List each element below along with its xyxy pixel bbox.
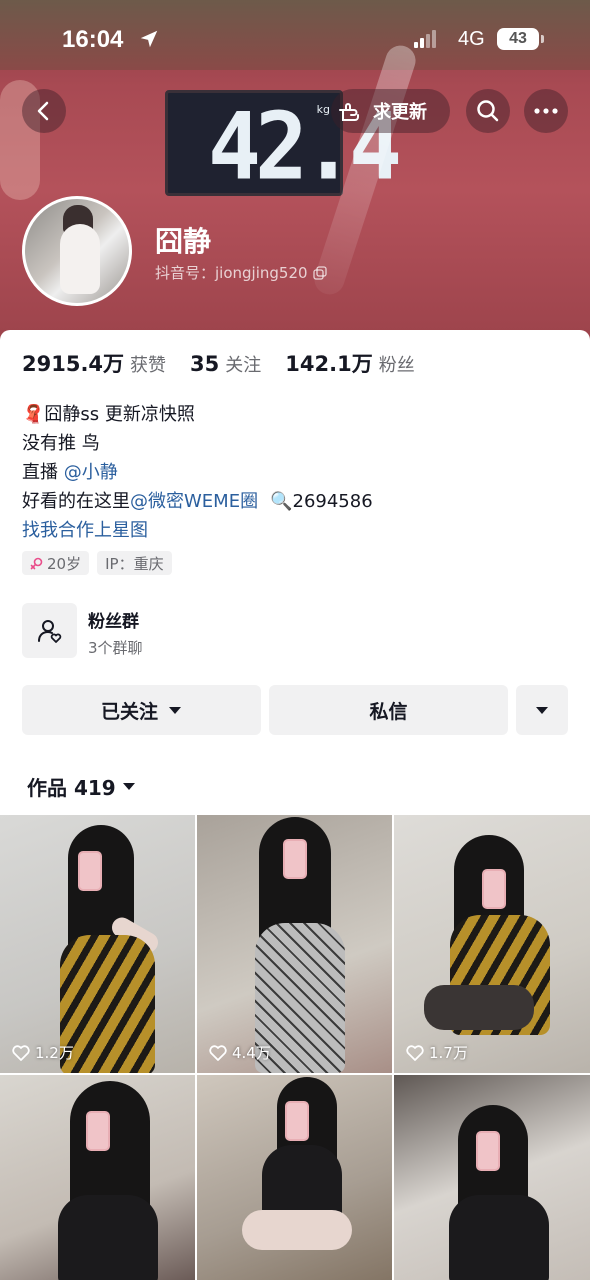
heart-icon <box>209 1044 227 1061</box>
signal-icon <box>414 30 436 48</box>
thumbnail-legs <box>424 985 534 1030</box>
caret-down-icon <box>169 706 181 714</box>
douyin-id[interactable]: 抖音号：jiongjing520 <box>155 262 327 283</box>
magnifier-emoji: 🔍 <box>270 491 293 512</box>
likes-count: 1.7万 <box>429 1044 468 1062</box>
bio-search-number: 2694586 <box>292 491 373 512</box>
heart-icon <box>406 1044 424 1061</box>
pointing-hand-icon <box>339 103 359 121</box>
scale-display: 42.4 kg <box>165 90 402 201</box>
bio-line-1-text: 囧静ss 更新凉快照 <box>44 404 195 425</box>
douyin-id-text: 抖音号：jiongjing520 <box>155 264 308 282</box>
request-update-button[interactable]: 求更新 <box>331 89 450 133</box>
thumbnail-dress <box>58 1195 158 1280</box>
thumbnail-phone <box>285 1101 309 1141</box>
following-button[interactable]: 已关注 <box>22 685 261 735</box>
thumbnail-phone <box>86 1111 110 1151</box>
age-tag: 20岁 <box>22 551 90 575</box>
caret-down-icon <box>122 783 135 790</box>
scarf-emoji: 🧣 <box>22 404 45 425</box>
stats-row: 2915.4万 获赞 35 关注 142.1万 粉丝 <box>22 348 439 378</box>
thumbnail-phone <box>476 1131 500 1171</box>
bio-line-1: 🧣囧静ss 更新凉快照 <box>22 400 373 429</box>
bio-line-3-prefix: 直播 <box>22 462 64 483</box>
message-button-label: 私信 <box>369 700 408 723</box>
bio-line-2: 没有推 鸟 <box>22 433 100 454</box>
following-count[interactable]: 35 <box>190 352 219 376</box>
fan-group-subtitle: 3个群聊 <box>88 639 143 657</box>
avatar[interactable] <box>22 196 132 306</box>
fan-group-icon-box <box>22 603 77 658</box>
network-type: 4G <box>458 28 485 50</box>
caret-down-icon <box>536 706 548 714</box>
likes-overlay: 1.2万 <box>12 1042 74 1063</box>
back-button[interactable] <box>22 89 66 133</box>
thumbnail-dress <box>449 1195 549 1280</box>
thumbnail-dress <box>60 935 155 1073</box>
xingtu-link[interactable]: 找我合作上星图 <box>22 516 373 545</box>
video-thumbnail[interactable]: 1.2万 <box>0 815 195 1073</box>
works-grid: 1.2万 4.4万 1.7万 <box>0 815 590 1280</box>
likes-count: 2915.4万 <box>22 352 125 376</box>
likes-overlay: 1.7万 <box>406 1042 468 1063</box>
followers-label[interactable]: 粉丝 <box>379 351 415 377</box>
more-dots-icon <box>534 108 558 114</box>
more-actions-button[interactable] <box>516 685 568 735</box>
group-heart-icon <box>37 619 61 643</box>
thumbnail-phone <box>283 839 307 879</box>
more-button[interactable] <box>524 89 568 133</box>
video-thumbnail[interactable] <box>394 1075 590 1280</box>
scale-unit: kg <box>316 103 330 116</box>
video-thumbnail[interactable] <box>197 1075 392 1280</box>
likes-overlay: 4.4万 <box>209 1042 271 1063</box>
bio-line-4-prefix: 好看的在这里 <box>22 491 130 512</box>
bio-line-3: 直播 @小静 <box>22 458 373 487</box>
live-account-link[interactable]: @小静 <box>64 462 118 483</box>
location-arrow-icon <box>140 30 158 48</box>
battery-indicator: 43 <box>497 28 544 50</box>
video-thumbnail[interactable]: 4.4万 <box>197 815 392 1073</box>
ip-tag: IP：重庆 <box>97 551 172 575</box>
video-thumbnail[interactable]: 1.7万 <box>394 815 590 1073</box>
search-icon <box>477 100 499 122</box>
copy-icon[interactable] <box>312 265 327 280</box>
heart-icon <box>12 1044 30 1061</box>
avatar-figure <box>60 224 100 294</box>
chevron-left-icon <box>37 101 49 121</box>
following-button-label: 已关注 <box>100 700 158 723</box>
message-button[interactable]: 私信 <box>269 685 508 735</box>
profile-name: 囧静 <box>155 225 212 258</box>
thumbnail-phone <box>78 851 102 891</box>
video-thumbnail[interactable] <box>0 1075 195 1280</box>
bio: 🧣囧静ss 更新凉快照 没有推 鸟 直播 @小静 好看的在这里@微密WEME圈 🔍… <box>22 400 373 545</box>
likes-count: 1.2万 <box>35 1044 74 1062</box>
works-tab-label: 作品 419 <box>27 776 116 800</box>
age-text: 20岁 <box>47 554 82 573</box>
search-button[interactable] <box>466 89 510 133</box>
fan-group-entry[interactable]: 粉丝群 3个群聊 <box>22 603 322 659</box>
profile-tags: 20岁 IP：重庆 <box>22 551 172 575</box>
request-update-label: 求更新 <box>373 102 427 123</box>
thumbnail-phone <box>482 869 506 909</box>
fan-group-title: 粉丝群 <box>88 612 139 632</box>
followers-count[interactable]: 142.1万 <box>285 348 372 378</box>
works-tab[interactable]: 作品 419 <box>27 772 136 801</box>
thumbnail-legs <box>242 1210 352 1250</box>
status-time: 16:04 <box>62 26 124 53</box>
following-label[interactable]: 关注 <box>225 351 261 377</box>
status-bar: 16:04 4G 43 <box>0 0 590 80</box>
bio-line-4: 好看的在这里@微密WEME圈 🔍2694586 <box>22 487 373 516</box>
likes-count: 4.4万 <box>232 1044 271 1062</box>
likes-label: 获赞 <box>130 355 167 376</box>
weme-link[interactable]: @微密WEME圈 <box>130 491 258 512</box>
female-symbol-icon <box>30 557 43 569</box>
